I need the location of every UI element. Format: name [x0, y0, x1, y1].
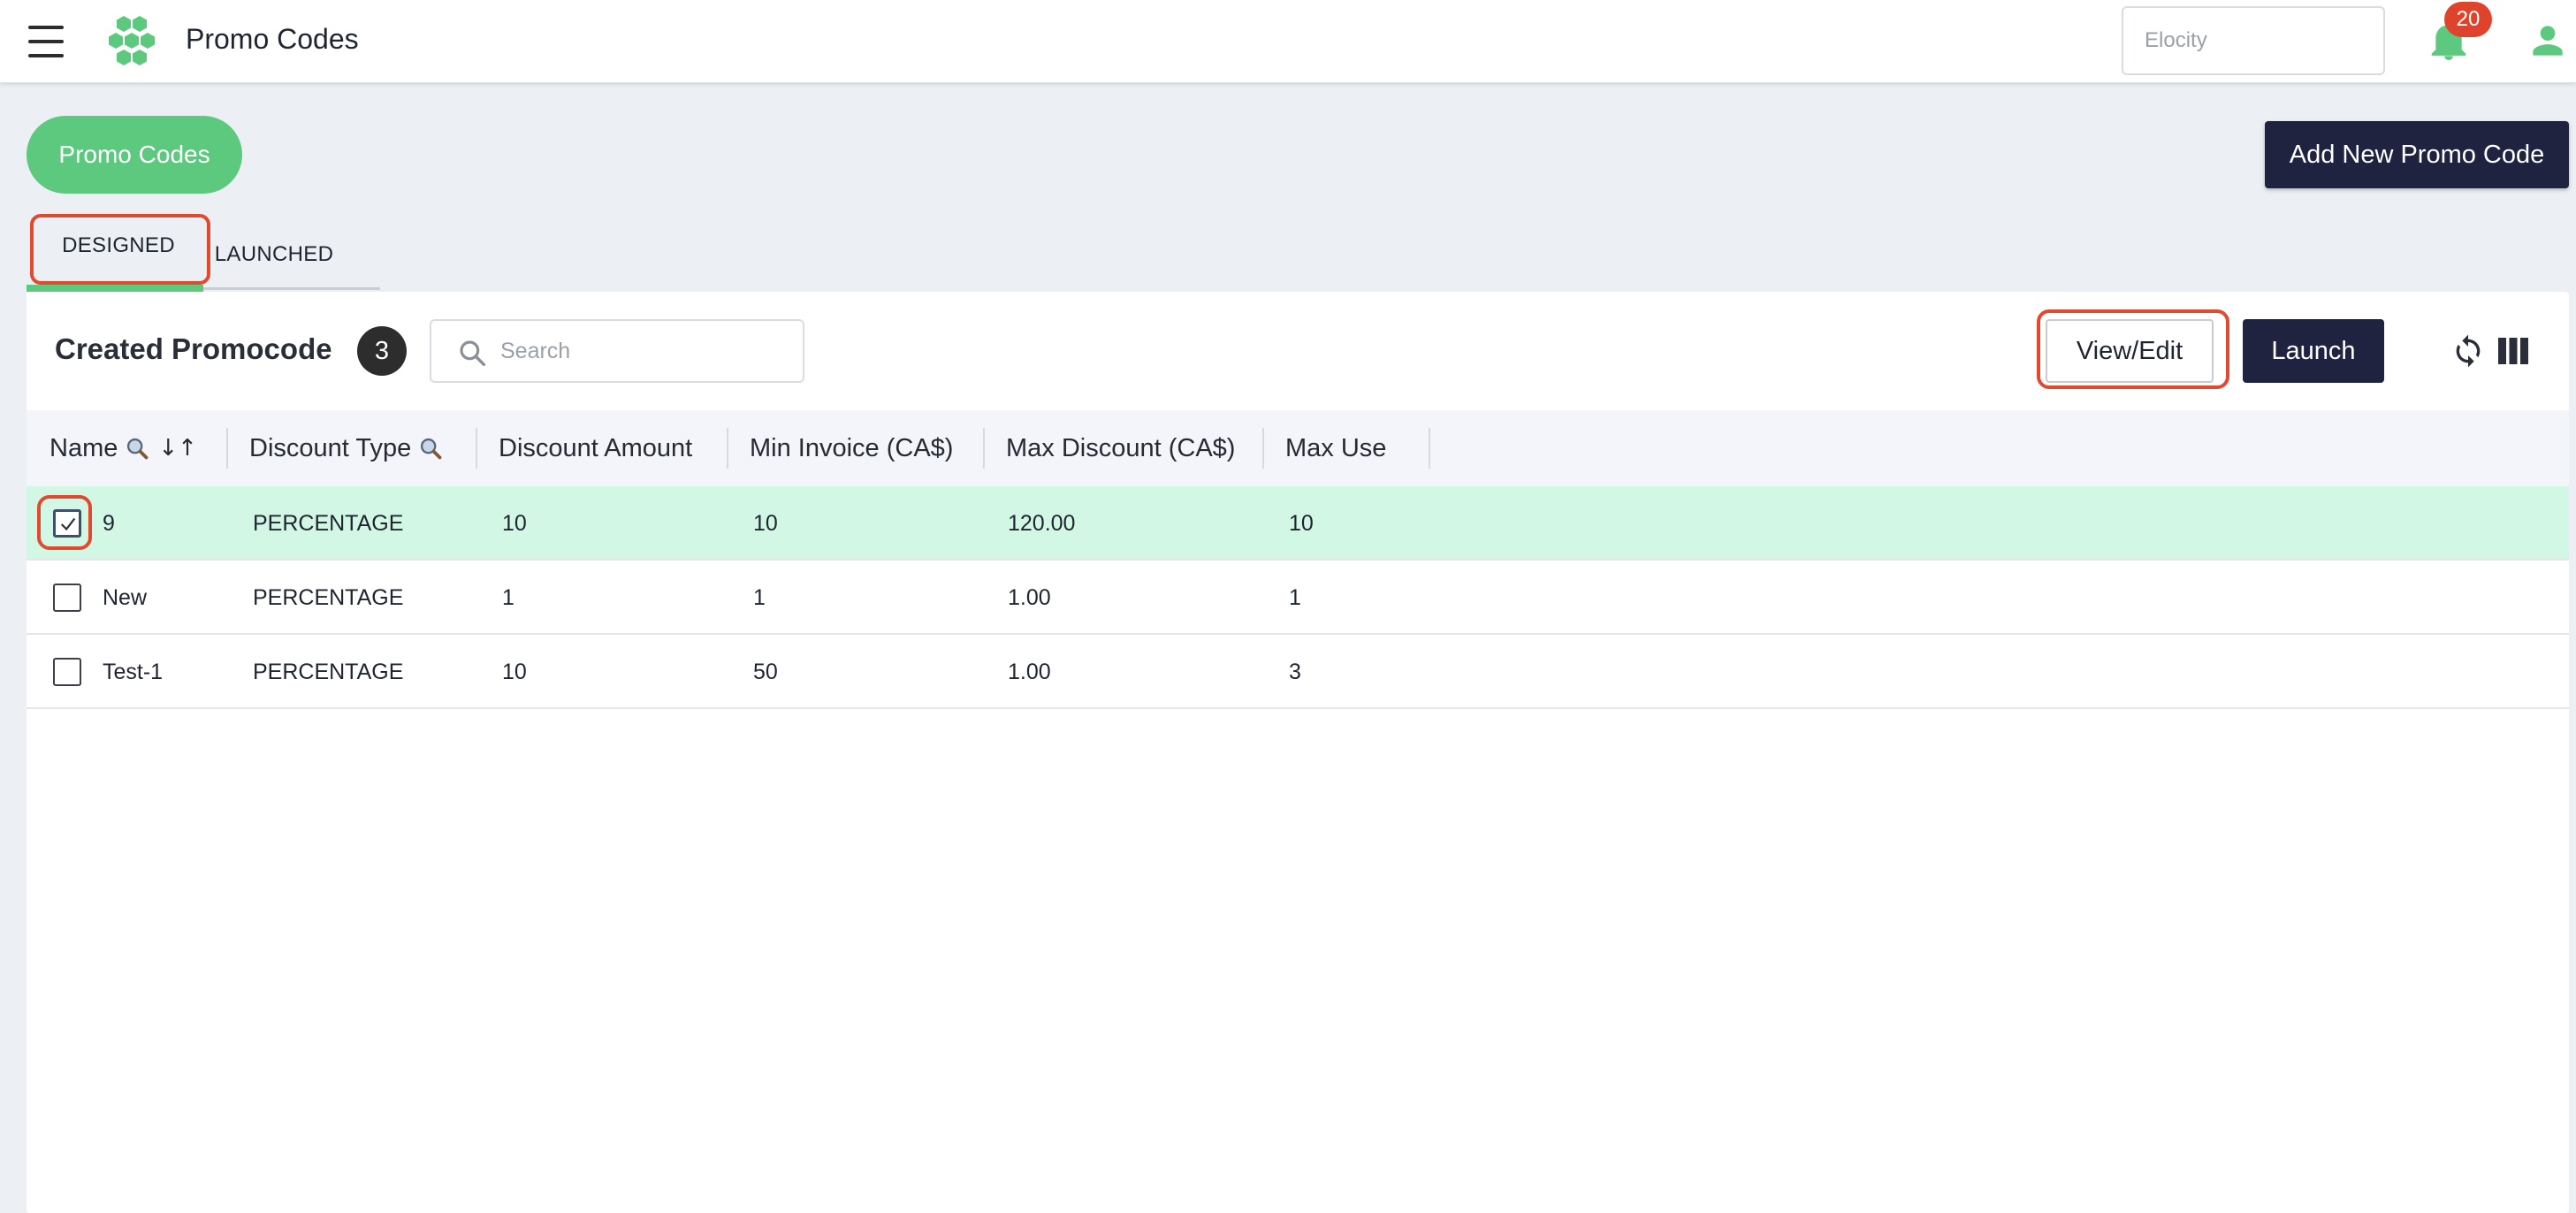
cell-discount-amount: 1 — [502, 584, 514, 610]
cell-name: New — [103, 584, 148, 610]
row-checkbox[interactable] — [53, 658, 81, 686]
column-search-icon[interactable] — [418, 436, 443, 461]
cell-min-invoice: 10 — [753, 510, 778, 536]
column-divider — [226, 428, 228, 469]
sort-icon[interactable]: ↓↑ — [158, 435, 197, 462]
search-icon — [460, 340, 486, 367]
tab-launched[interactable]: LAUNCHED — [203, 212, 345, 288]
tab-designed[interactable]: DESIGNED — [30, 212, 207, 288]
cell-max-use: 10 — [1289, 510, 1314, 536]
column-search-icon[interactable] — [125, 436, 149, 461]
count-badge: 3 — [357, 326, 407, 376]
menu-icon[interactable] — [28, 26, 64, 57]
column-header-discount-amount[interactable]: Discount Amount — [499, 410, 692, 486]
columns-icon[interactable] — [2498, 338, 2528, 364]
refresh-icon[interactable] — [2450, 332, 2486, 370]
column-divider — [727, 428, 728, 469]
add-new-promo-code-button[interactable]: Add New Promo Code — [2265, 121, 2569, 188]
cell-max-discount: 120.00 — [1008, 510, 1076, 536]
search-input[interactable] — [500, 333, 783, 369]
cell-min-invoice: 50 — [753, 659, 778, 684]
table-row[interactable]: New PERCENTAGE 1 1 1.00 1 — [27, 561, 2569, 635]
column-header-discount-type[interactable]: Discount Type — [249, 410, 443, 486]
column-header-max-use[interactable]: Max Use — [1285, 410, 1386, 486]
column-label: Discount Type — [249, 433, 412, 462]
cell-name: Test-1 — [103, 659, 164, 684]
tab-bar: DESIGNED LAUNCHED — [27, 212, 380, 292]
search-box — [430, 319, 804, 383]
view-edit-button[interactable]: View/Edit — [2046, 319, 2214, 383]
cell-max-discount: 1.00 — [1008, 659, 1051, 684]
cell-discount-amount: 10 — [502, 659, 527, 684]
top-bar: Promo Codes 20 — [0, 0, 2576, 83]
row-checkbox[interactable] — [53, 584, 81, 612]
column-header-min-invoice[interactable]: Min Invoice (CA$) — [750, 410, 953, 486]
cell-min-invoice: 1 — [753, 584, 766, 610]
check-icon — [60, 517, 76, 531]
cell-discount-type: PERCENTAGE — [253, 659, 404, 684]
table-row[interactable]: 9 PERCENTAGE 10 10 120.00 10 — [27, 486, 2569, 561]
column-divider — [1429, 428, 1430, 469]
column-divider — [1262, 428, 1264, 469]
table-row[interactable]: Test-1 PERCENTAGE 10 50 1.00 3 — [27, 635, 2569, 709]
logo-icon — [109, 16, 155, 65]
column-header-name[interactable]: Name ↓↑ — [50, 410, 197, 486]
row-checkbox[interactable] — [53, 509, 81, 538]
cell-name: 9 — [103, 510, 115, 536]
user-icon[interactable] — [2530, 23, 2565, 58]
column-label: Name — [50, 433, 118, 462]
cell-discount-type: PERCENTAGE — [253, 510, 404, 536]
cell-discount-type: PERCENTAGE — [253, 584, 404, 610]
launch-button[interactable]: Launch — [2243, 319, 2384, 383]
cell-discount-amount: 10 — [502, 510, 527, 536]
promo-codes-pill-button[interactable]: Promo Codes — [27, 116, 242, 194]
column-divider — [983, 428, 985, 469]
column-divider — [476, 428, 477, 469]
cell-max-discount: 1.00 — [1008, 584, 1051, 610]
notification-badge: 20 — [2444, 2, 2492, 37]
cell-max-use: 1 — [1289, 584, 1301, 610]
panel-title: Created Promocode — [55, 332, 332, 365]
organization-field[interactable] — [2122, 6, 2385, 75]
app-title: Promo Codes — [186, 23, 359, 55]
table-header: Name ↓↑ Discount Type Discount Amount Mi… — [27, 410, 2569, 486]
cell-max-use: 3 — [1289, 659, 1301, 684]
column-header-max-discount[interactable]: Max Discount (CA$) — [1006, 410, 1235, 486]
